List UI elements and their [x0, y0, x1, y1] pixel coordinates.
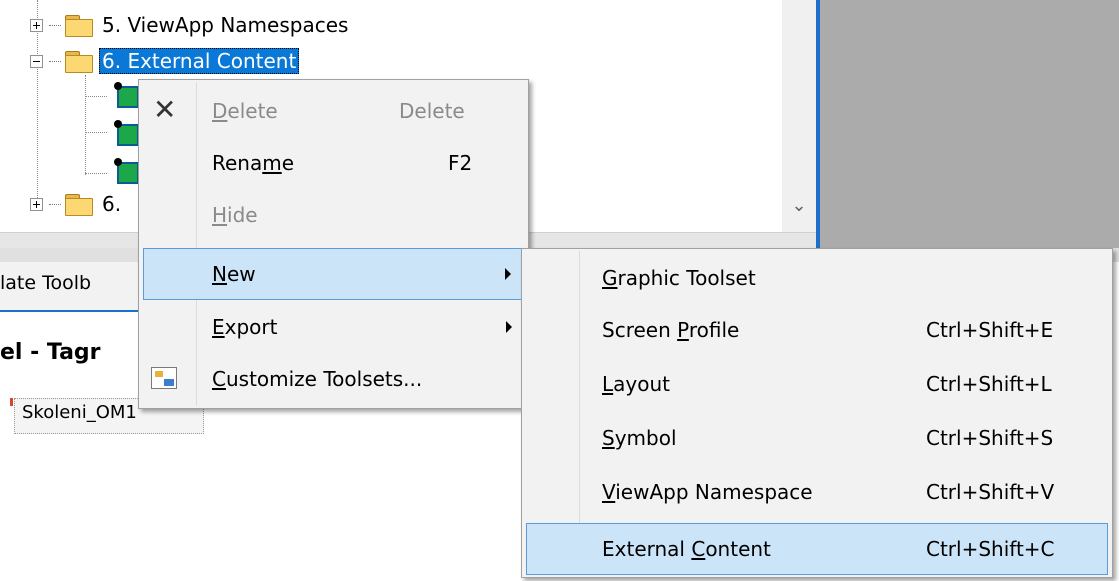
submenu-item-graphic-toolset[interactable]: Graphic Toolset — [526, 253, 1108, 305]
delete-x-icon: ✕ — [153, 93, 177, 126]
folder-icon — [65, 14, 93, 37]
menu-item-label: Hide — [212, 203, 258, 227]
menu-item-label: External Content — [602, 537, 771, 561]
submenu-item-screen-profile[interactable]: Screen Profile Ctrl+Shift+E — [526, 305, 1108, 357]
new-submenu: Graphic Toolset Screen Profile Ctrl+Shif… — [521, 248, 1113, 578]
tag-field-value: Skoleni_OM1 — [22, 402, 137, 423]
menu-item-label: ViewApp Namespace — [602, 480, 813, 504]
field-marker — [10, 398, 13, 406]
menu-item-label: Screen Profile — [602, 318, 740, 342]
menu-item-new[interactable]: New — [143, 248, 524, 300]
menu-item-label: Export — [212, 315, 278, 339]
menu-item-shortcut: Ctrl+Shift+V — [926, 480, 1055, 504]
external-content-item-icon[interactable] — [114, 82, 139, 108]
submenu-arrow-icon — [506, 321, 512, 333]
menu-item-shortcut: Delete — [399, 99, 465, 123]
menu-item-label: Delete — [212, 99, 278, 123]
menu-item-customize-toolsets[interactable]: Customize Toolsets... — [143, 354, 524, 406]
menu-item-label: Graphic Toolset — [602, 266, 756, 290]
menu-item-delete[interactable]: ✕ Delete Delete — [143, 86, 524, 138]
menu-item-shortcut: F2 — [448, 151, 473, 175]
menu-item-export[interactable]: Export — [143, 302, 524, 354]
tree-node-label[interactable]: 5. ViewApp Namespaces — [99, 12, 351, 38]
submenu-item-layout[interactable]: Layout Ctrl+Shift+L — [526, 359, 1108, 411]
tree-node[interactable]: 6. — [30, 189, 124, 219]
panel-title: el - Tagr — [0, 340, 101, 365]
tab-template-toolbox[interactable]: late Toolb — [0, 272, 91, 294]
tree-connector — [85, 75, 86, 175]
menu-item-hide[interactable]: Hide — [143, 190, 524, 242]
folder-open-icon — [65, 50, 93, 73]
submenu-item-symbol[interactable]: Symbol Ctrl+Shift+S — [526, 413, 1108, 465]
customize-toolsets-icon — [151, 367, 177, 389]
collapse-icon[interactable] — [30, 54, 43, 68]
tree-node-label[interactable]: 6. External Content — [99, 48, 300, 74]
menu-item-shortcut: Ctrl+Shift+S — [926, 426, 1054, 450]
tree-node[interactable]: 5. ViewApp Namespaces — [30, 10, 351, 40]
context-menu: ✕ Delete Delete Rename F2 Hide New Expor… — [138, 79, 529, 409]
external-content-item-icon[interactable] — [114, 158, 139, 184]
menu-item-label: Customize Toolsets... — [212, 367, 423, 391]
menu-item-label: Rename — [212, 151, 295, 175]
menu-item-label: New — [212, 262, 256, 286]
menu-item-label: Symbol — [602, 426, 677, 450]
tree-connector — [85, 96, 107, 97]
submenu-arrow-icon — [505, 268, 511, 280]
scroll-down-icon[interactable]: ⌄ — [782, 190, 816, 220]
menu-item-rename[interactable]: Rename F2 — [143, 138, 524, 190]
submenu-item-external-content[interactable]: External Content Ctrl+Shift+C — [526, 523, 1108, 575]
workspace-area — [820, 0, 1119, 248]
folder-icon — [65, 193, 93, 216]
tree-connector — [85, 173, 107, 174]
submenu-item-viewapp-namespace[interactable]: ViewApp Namespace Ctrl+Shift+V — [526, 467, 1108, 519]
tree-node-selected[interactable]: 6. External Content — [30, 46, 300, 76]
menu-item-shortcut: Ctrl+Shift+C — [926, 537, 1055, 561]
tree-node-label[interactable]: 6. — [99, 191, 124, 217]
menu-item-label: Layout — [602, 372, 671, 396]
tree-connector — [85, 132, 107, 133]
menu-item-shortcut: Ctrl+Shift+E — [926, 318, 1054, 342]
expand-icon[interactable] — [30, 197, 43, 211]
external-content-item-icon[interactable] — [114, 120, 139, 146]
menu-item-shortcut: Ctrl+Shift+L — [926, 372, 1052, 396]
expand-icon[interactable] — [30, 18, 43, 32]
